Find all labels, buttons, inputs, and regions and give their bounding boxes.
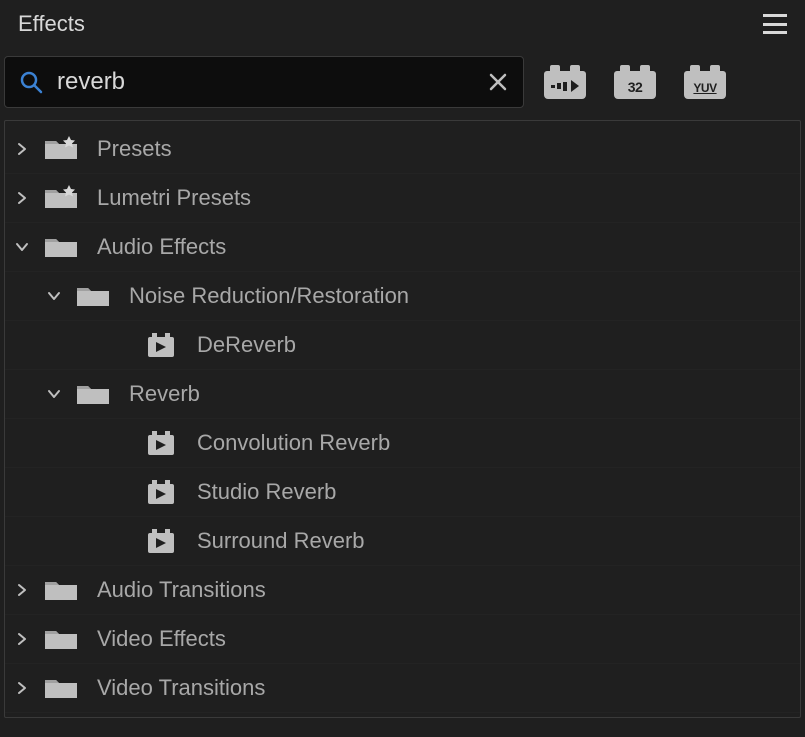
- search-toolbar: 32 YUV: [0, 48, 805, 116]
- preset-folder-icon: [43, 135, 79, 163]
- chevron-down-icon[interactable]: [47, 289, 61, 303]
- panel-title: Effects: [18, 11, 85, 37]
- tree-row[interactable]: Video Effects: [5, 615, 800, 664]
- effect-icon: [143, 331, 179, 359]
- tree-row[interactable]: Noise Reduction/Restoration: [5, 272, 800, 321]
- tree-row[interactable]: Reverb: [5, 370, 800, 419]
- tree-row-label: Convolution Reverb: [197, 430, 390, 456]
- tree-row-label: Lumetri Presets: [97, 185, 251, 211]
- tree-row[interactable]: Convolution Reverb: [5, 419, 800, 468]
- tree-row[interactable]: Presets: [5, 125, 800, 174]
- preset-folder-icon: [43, 184, 79, 212]
- tree-row[interactable]: Surround Reverb: [5, 517, 800, 566]
- folder-icon: [43, 576, 79, 604]
- tree-row[interactable]: DeReverb: [5, 321, 800, 370]
- clear-search-button[interactable]: [487, 71, 509, 93]
- chevron-right-icon[interactable]: [15, 142, 29, 156]
- tree-row-label: Noise Reduction/Restoration: [129, 283, 409, 309]
- filter-icons: 32 YUV: [544, 65, 726, 99]
- tree-row[interactable]: Audio Effects: [5, 223, 800, 272]
- effects-tree: Presets Lumetri Presets Audio Effects Noise…: [4, 120, 801, 718]
- tree-row-label: Audio Effects: [97, 234, 226, 260]
- search-input[interactable]: [57, 68, 473, 96]
- 32bit-effects-filter[interactable]: 32: [614, 65, 656, 99]
- folder-icon: [75, 282, 111, 310]
- tree-row-label: Surround Reverb: [197, 528, 365, 554]
- chevron-right-icon[interactable]: [15, 681, 29, 695]
- tree-row-label: Presets: [97, 136, 172, 162]
- effect-icon: [143, 478, 179, 506]
- chevron-right-icon[interactable]: [15, 583, 29, 597]
- tree-row[interactable]: Audio Transitions: [5, 566, 800, 615]
- tree-row-label: DeReverb: [197, 332, 296, 358]
- tree-row[interactable]: Lumetri Presets: [5, 174, 800, 223]
- tree-row-label: Audio Transitions: [97, 577, 266, 603]
- tree-row[interactable]: Studio Reverb: [5, 468, 800, 517]
- yuv-effects-filter[interactable]: YUV: [684, 65, 726, 99]
- folder-icon: [43, 674, 79, 702]
- tree-row[interactable]: Video Transitions: [5, 664, 800, 713]
- yuv-label: YUV: [684, 81, 726, 95]
- folder-icon: [43, 233, 79, 261]
- effect-icon: [143, 527, 179, 555]
- search-icon: [19, 70, 43, 94]
- folder-icon: [75, 380, 111, 408]
- tree-row-label: Video Effects: [97, 626, 226, 652]
- tree-row-label: Video Transitions: [97, 675, 265, 701]
- chevron-down-icon[interactable]: [47, 387, 61, 401]
- folder-icon: [43, 625, 79, 653]
- tree-row-label: Studio Reverb: [197, 479, 336, 505]
- panel-menu-button[interactable]: [763, 14, 787, 34]
- accelerated-effects-filter[interactable]: [544, 65, 586, 99]
- search-box: [4, 56, 524, 108]
- panel-header: Effects: [0, 0, 805, 48]
- tree-row-label: Reverb: [129, 381, 200, 407]
- effect-icon: [143, 429, 179, 457]
- 32bit-label: 32: [614, 79, 656, 95]
- chevron-right-icon[interactable]: [15, 632, 29, 646]
- chevron-right-icon[interactable]: [15, 191, 29, 205]
- chevron-down-icon[interactable]: [15, 240, 29, 254]
